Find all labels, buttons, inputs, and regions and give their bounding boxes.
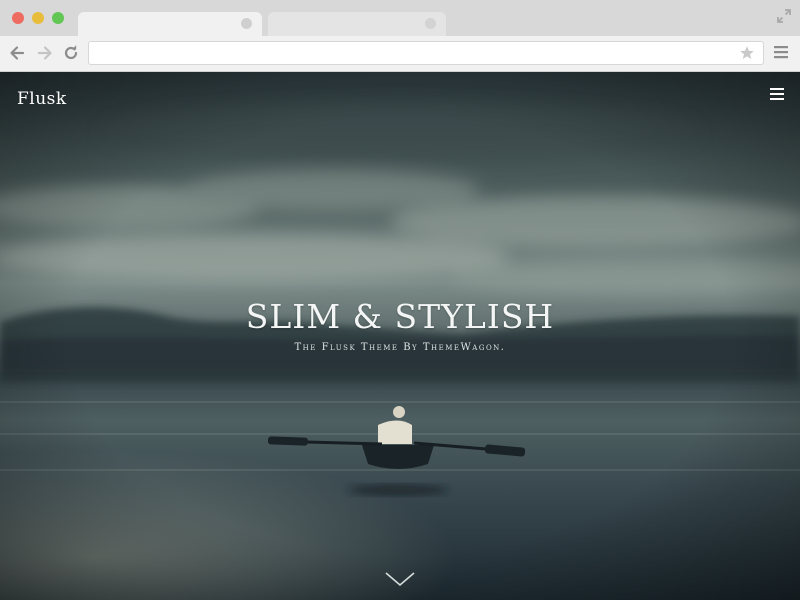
browser-window: Flusk SLIM & STYLISH The Flusk Theme By … <box>0 0 800 600</box>
hamburger-icon[interactable] <box>770 88 784 101</box>
reload-icon[interactable] <box>62 44 80 62</box>
browser-titlebar <box>0 0 800 36</box>
browser-tab-inactive[interactable] <box>268 12 446 36</box>
hamburger-icon[interactable] <box>774 45 788 59</box>
browser-tab-active[interactable] <box>78 12 262 36</box>
hero-background-image <box>0 72 800 600</box>
arrow-left-icon[interactable] <box>8 44 26 62</box>
hero-title: SLIM & STYLISH <box>245 297 555 336</box>
arrow-right-icon[interactable] <box>36 44 54 62</box>
tab-close-icon[interactable] <box>425 18 436 29</box>
resize-icon[interactable] <box>776 8 792 24</box>
hamburger-line <box>770 98 784 100</box>
tab-close-icon[interactable] <box>241 18 252 29</box>
address-bar[interactable] <box>88 41 764 65</box>
hero-subtitle: The Flusk Theme By ThemeWagon. <box>294 342 506 353</box>
site-logo[interactable]: Flusk <box>17 89 67 109</box>
chevron-down-icon[interactable] <box>384 570 416 588</box>
minimize-window-button[interactable] <box>32 12 44 24</box>
maximize-window-button[interactable] <box>52 12 64 24</box>
star-icon[interactable] <box>739 45 755 61</box>
page-viewport: Flusk SLIM & STYLISH The Flusk Theme By … <box>0 72 800 600</box>
hamburger-line <box>770 88 784 90</box>
hamburger-line <box>770 93 784 95</box>
close-window-button[interactable] <box>12 12 24 24</box>
browser-toolbar <box>0 36 800 72</box>
